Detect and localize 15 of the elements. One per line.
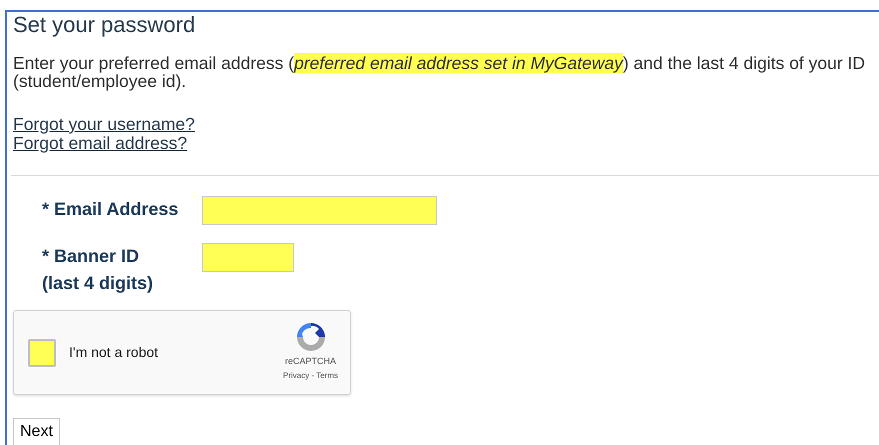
next-button[interactable]: Next — [13, 418, 60, 445]
page-title: Set your password — [13, 13, 196, 37]
captcha-label: I'm not a robot — [69, 343, 158, 362]
forgot-link[interactable]: Forgot your username? — [13, 115, 195, 134]
instructions-text: Enter your preferred email address (preferred email address set in MyGateway) and the last 4 digits of your ID (student/employee id). — [13, 54, 866, 90]
input-field[interactable] — [202, 196, 437, 225]
recaptcha-brand: reCAPTCHA — [285, 356, 336, 366]
input-field[interactable] — [202, 243, 294, 272]
field-label: * Email Address — [42, 199, 180, 219]
field-label: * Banner ID — [42, 246, 140, 266]
recaptcha-logo-icon — [294, 321, 327, 353]
captcha-checkbox[interactable] — [28, 338, 56, 366]
privacy-terms-link[interactable]: Privacy - Terms — [283, 371, 338, 380]
field-hint: (last 4 digits) — [42, 273, 154, 293]
forgot-link[interactable]: Forgot email address? — [13, 134, 188, 153]
